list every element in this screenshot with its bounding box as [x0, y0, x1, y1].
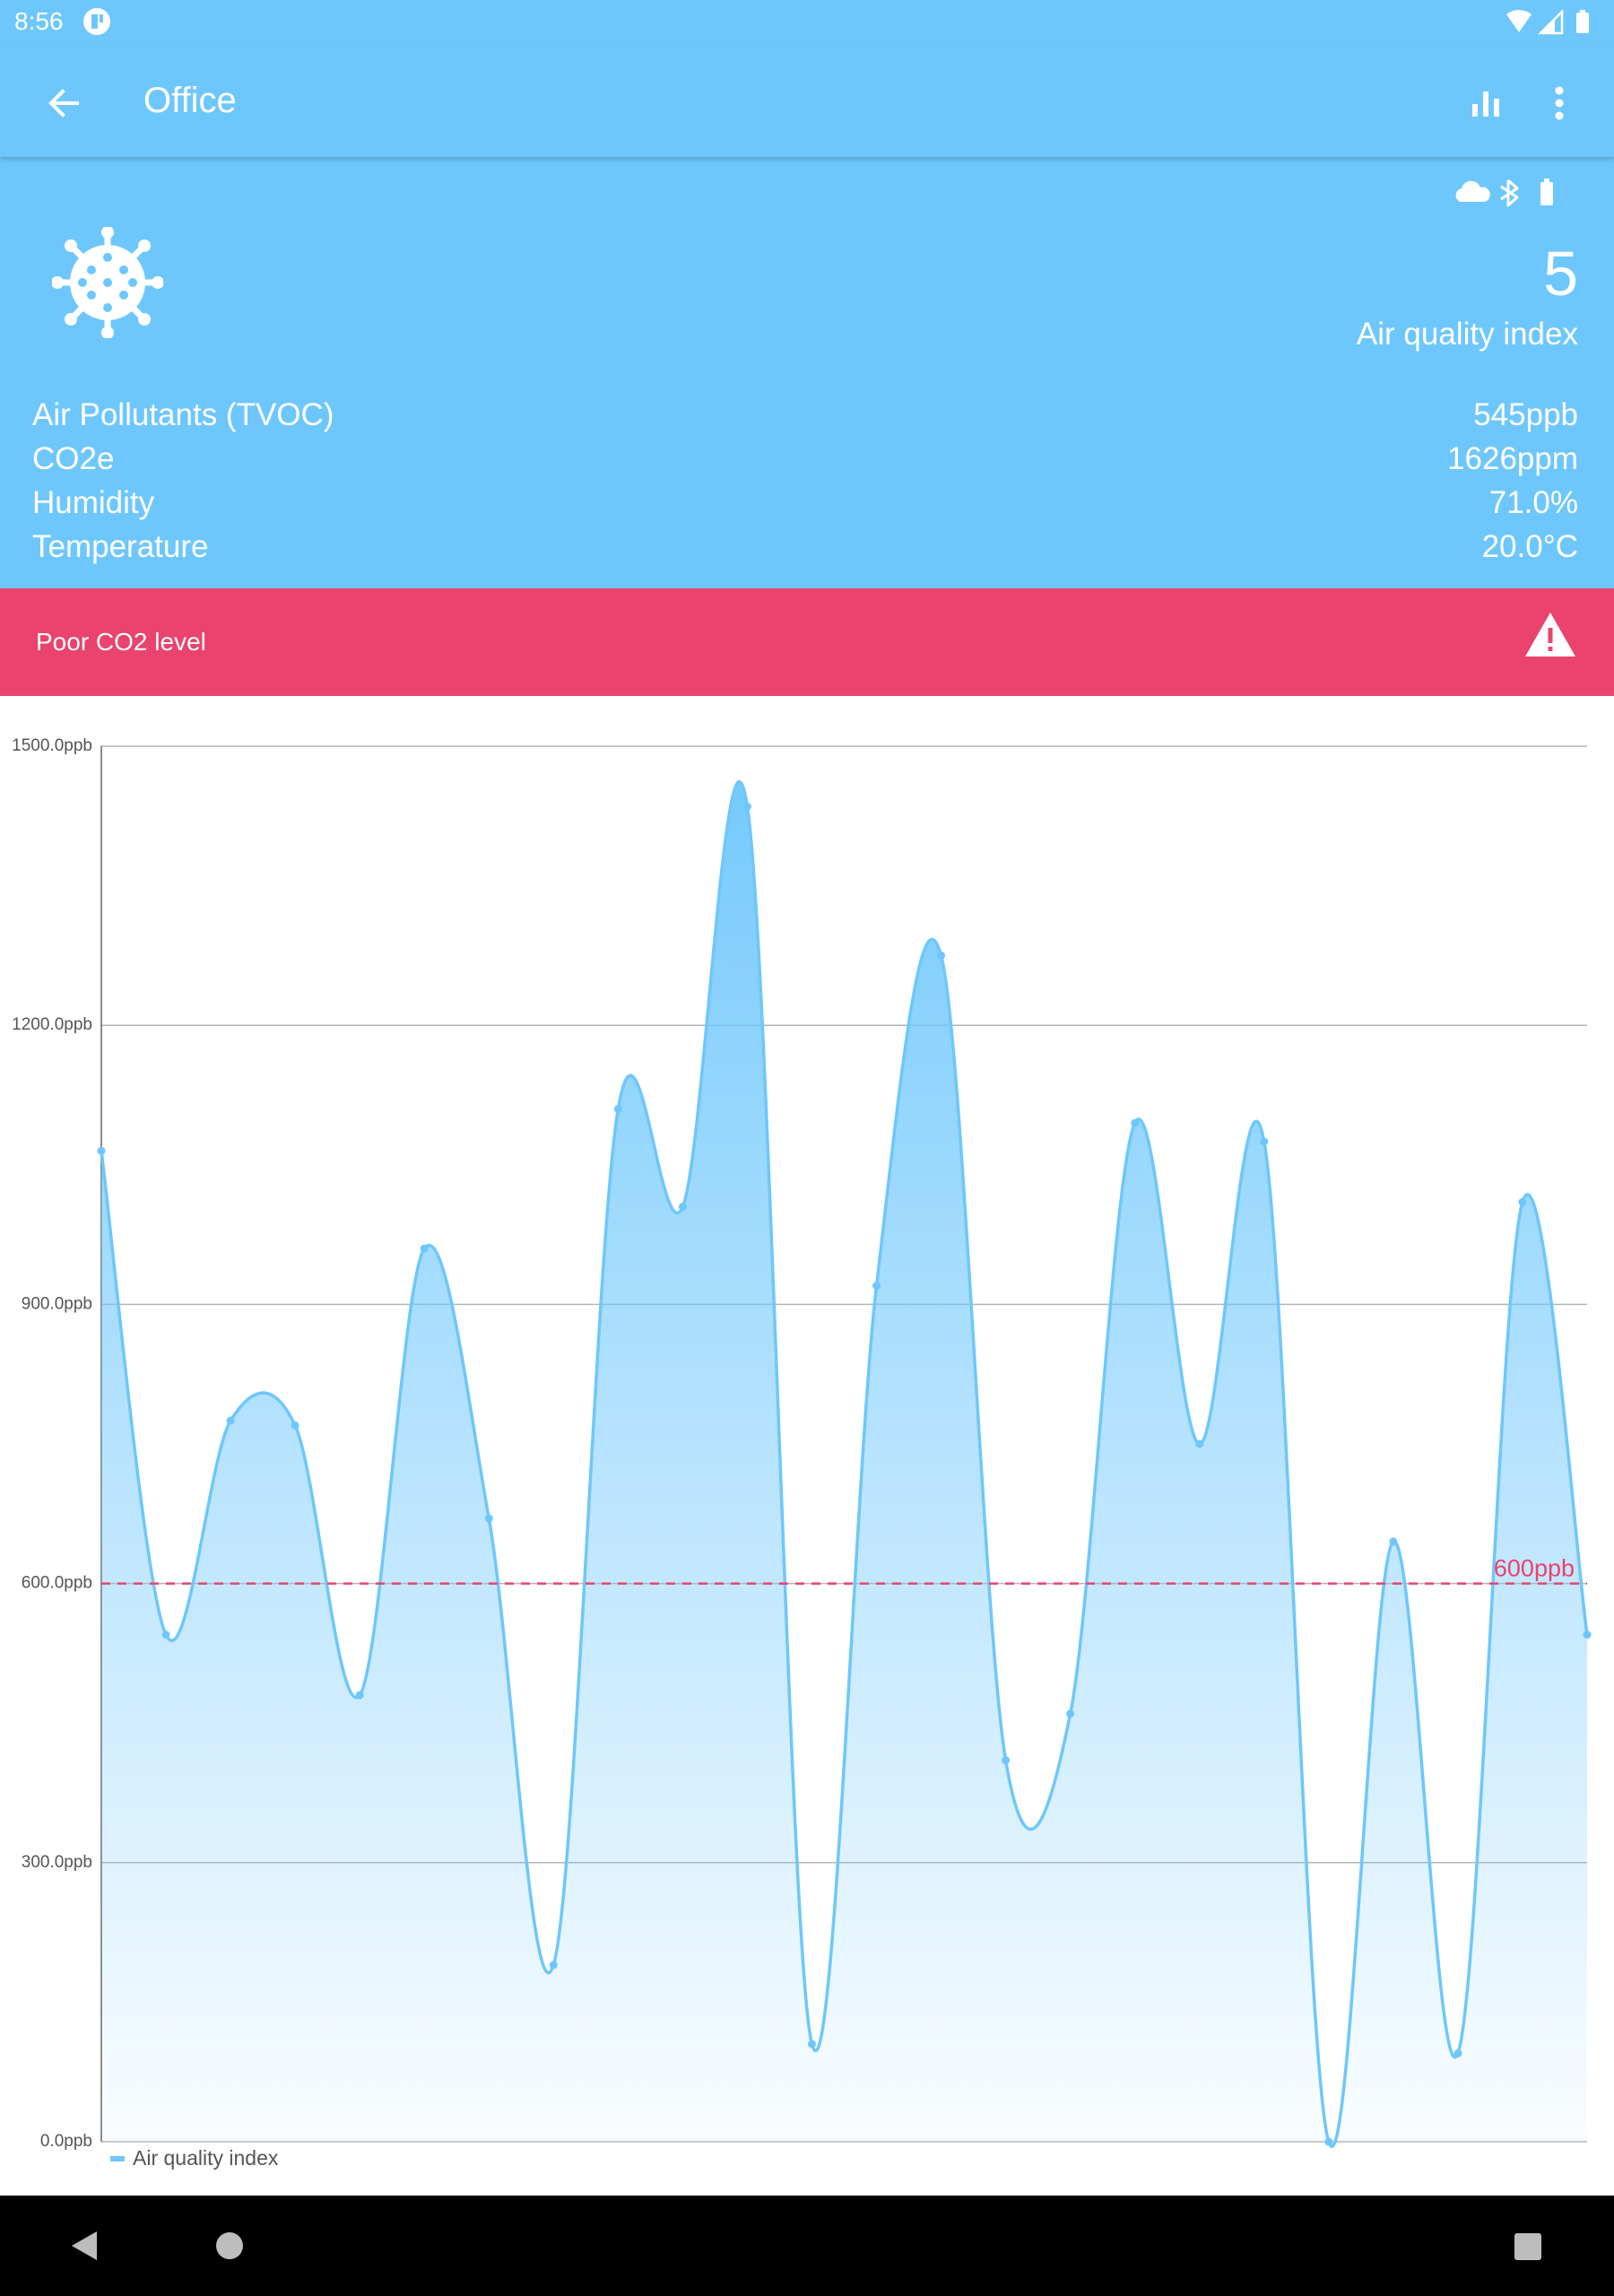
- metric-label: Air Pollutants (TVOC): [32, 397, 334, 432]
- data-point: [1131, 1118, 1140, 1127]
- nav-back-icon[interactable]: [70, 2230, 100, 2262]
- data-point: [226, 1416, 235, 1425]
- data-point: [1260, 1137, 1269, 1146]
- metric-label: CO2e: [32, 441, 115, 476]
- data-point: [1002, 1756, 1011, 1765]
- y-tick-label: 900.0ppb: [22, 1294, 92, 1313]
- alert-banner[interactable]: Poor CO2 level: [0, 588, 1614, 696]
- data-point: [549, 1961, 558, 1970]
- y-tick-label: 0.0ppb: [40, 2132, 92, 2151]
- data-point: [1195, 1439, 1204, 1448]
- bar-chart-icon[interactable]: [1462, 79, 1510, 127]
- status-indicators: [1506, 9, 1589, 35]
- connection-indicators: [1455, 178, 1553, 207]
- warning-icon: [1525, 613, 1575, 657]
- aqi-value: 5: [1543, 239, 1578, 309]
- more-vert-icon[interactable]: [1535, 79, 1584, 127]
- y-tick-label: 300.0ppb: [22, 1853, 92, 1872]
- data-point: [937, 951, 946, 960]
- status-time: 8:56: [14, 7, 64, 35]
- threshold-label: 600ppb: [1494, 1555, 1575, 1582]
- metric-row-tvoc: Air Pollutants (TVOC) 545ppb: [32, 397, 1578, 441]
- battery-icon: [1576, 10, 1589, 33]
- series-area: [101, 781, 1587, 2147]
- data-point: [1453, 2048, 1462, 2057]
- metric-value: 71.0%: [1488, 485, 1578, 520]
- summary-panel: 5 Air quality index Air Pollutants (TVOC…: [0, 157, 1614, 588]
- back-arrow-icon[interactable]: [39, 79, 88, 127]
- data-point: [355, 1691, 364, 1700]
- y-tick-label: 1200.0ppb: [12, 1015, 92, 1034]
- metric-value: 20.0°C: [1481, 529, 1578, 564]
- data-point: [1066, 1709, 1075, 1718]
- metric-row-humidity: Humidity 71.0%: [32, 485, 1578, 529]
- page-title: Office: [143, 81, 237, 120]
- metric-value: 1626ppm: [1447, 441, 1578, 476]
- data-point: [420, 1244, 429, 1253]
- data-point: [1583, 1631, 1592, 1639]
- data-point: [807, 2039, 816, 2048]
- data-point: [291, 1421, 299, 1430]
- cloud-icon: [1455, 180, 1490, 202]
- metric-row-temperature: Temperature 20.0°C: [32, 529, 1578, 573]
- nav-home-icon[interactable]: [215, 2231, 244, 2260]
- metric-label: Humidity: [32, 485, 155, 520]
- app-bar: Office: [0, 45, 1614, 157]
- battery-icon: [1540, 178, 1553, 205]
- data-point: [613, 1105, 622, 1114]
- nav-recents-icon[interactable]: [1514, 2232, 1542, 2261]
- chart-legend: Air quality index: [110, 2146, 279, 2170]
- data-point: [1324, 2137, 1333, 2146]
- cell-signal-icon: [1537, 9, 1564, 35]
- data-point: [1389, 1537, 1398, 1546]
- metric-row-co2e: CO2e 1626ppm: [32, 441, 1578, 485]
- legend-swatch: [110, 2156, 125, 2161]
- data-point: [678, 1202, 687, 1211]
- app-notification-icon: [83, 8, 110, 35]
- bluetooth-icon: [1500, 178, 1519, 207]
- alert-text: Poor CO2 level: [36, 628, 206, 656]
- system-nav-bar: [0, 2196, 1614, 2296]
- data-point: [484, 1514, 493, 1523]
- aqi-chart[interactable]: 0.0ppb 300.0ppb 600.0ppb 900.0ppb 1200.0ppb 1…: [0, 696, 1614, 2196]
- data-point: [872, 1282, 881, 1291]
- virus-icon: [52, 227, 163, 338]
- y-tick-label: 1500.0ppb: [12, 736, 92, 755]
- data-point: [742, 802, 751, 811]
- metric-label: Temperature: [32, 529, 209, 564]
- legend-label: Air quality index: [133, 2146, 279, 2170]
- data-point: [1518, 1197, 1527, 1206]
- data-point: [97, 1146, 106, 1155]
- aqi-label: Air quality index: [1356, 317, 1578, 352]
- status-bar: 8:56: [0, 0, 1614, 45]
- wifi-icon: [1506, 10, 1532, 32]
- data-point: [161, 1631, 170, 1639]
- y-tick-label: 600.0ppb: [22, 1574, 92, 1593]
- metric-value: 545ppb: [1473, 397, 1578, 432]
